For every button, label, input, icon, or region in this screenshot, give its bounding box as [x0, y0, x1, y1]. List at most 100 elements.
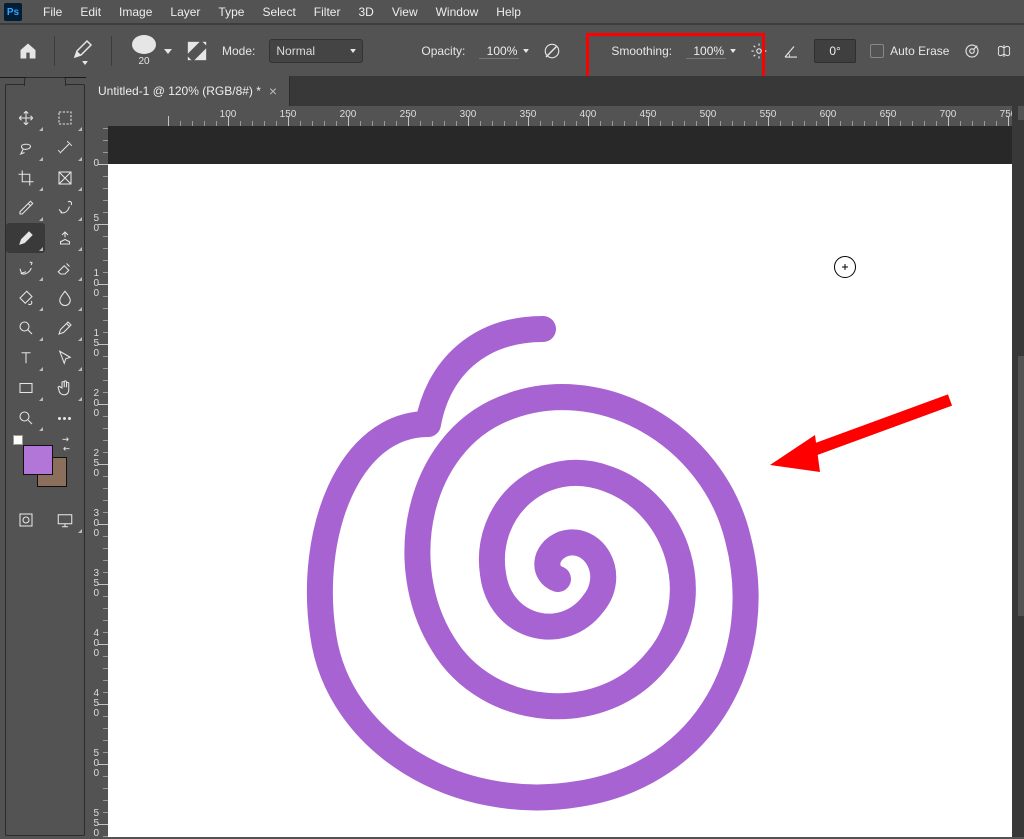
work-area: 1001502002503003504004505005506006507007… [86, 106, 1024, 837]
pen-tool[interactable] [45, 313, 84, 343]
ruler-origin[interactable] [86, 106, 109, 127]
ruler-tick-label: 500 [87, 749, 99, 779]
canvas[interactable] [108, 164, 1012, 837]
chevron-down-icon [350, 49, 356, 53]
zoom-tool[interactable] [6, 403, 45, 433]
collapsed-panels-edge[interactable] [1012, 106, 1024, 837]
blur-tool[interactable] [45, 283, 84, 313]
ruler-tick-label: 250 [400, 109, 417, 120]
panel-grip[interactable] [24, 77, 66, 86]
symmetry-icon[interactable] [995, 42, 1013, 60]
ruler-tick-label: 650 [880, 109, 897, 120]
separator [111, 36, 112, 66]
menu-filter[interactable]: Filter [305, 0, 350, 24]
ruler-tick-label: 700 [940, 109, 957, 120]
menu-select[interactable]: Select [253, 0, 304, 24]
rectangle-tool[interactable] [6, 373, 45, 403]
brush-preset[interactable]: 20 [128, 35, 172, 67]
ruler-tick-label: 300 [87, 509, 99, 539]
more-icon [58, 417, 71, 420]
ruler-tick-label: 550 [760, 109, 777, 120]
chevron-down-icon [730, 49, 736, 53]
ruler-tick-label: 550 [87, 809, 99, 839]
blend-mode-value: Normal [276, 44, 315, 58]
ruler-tick-label: 200 [340, 109, 357, 120]
menu-file[interactable]: File [34, 0, 71, 24]
target-icon[interactable] [963, 42, 981, 60]
menu-view[interactable]: View [383, 0, 427, 24]
home-icon[interactable] [18, 41, 38, 61]
eraser-tool[interactable] [45, 253, 84, 283]
menu-edit[interactable]: Edit [71, 0, 110, 24]
foreground-color-swatch[interactable] [23, 445, 53, 475]
ruler-tick-label: 150 [87, 329, 99, 359]
menu-help[interactable]: Help [487, 0, 530, 24]
brush-cursor [834, 256, 856, 278]
close-icon[interactable]: × [269, 84, 277, 98]
clone-stamp-tool[interactable] [45, 223, 84, 253]
lasso-tool[interactable] [6, 133, 45, 163]
menu-bar: Ps File Edit Image Layer Type Select Fil… [0, 0, 1024, 24]
crop-tool[interactable] [6, 163, 45, 193]
dodge-tool[interactable] [6, 313, 45, 343]
gear-icon[interactable] [750, 42, 768, 60]
auto-erase-label: Auto Erase [890, 44, 949, 58]
pressure-opacity-icon[interactable] [543, 42, 561, 60]
canvas-viewport[interactable] [108, 126, 1012, 837]
spiral-stroke [288, 314, 808, 834]
opacity-input[interactable]: 100% [479, 40, 529, 62]
auto-erase-checkbox[interactable]: Auto Erase [870, 44, 949, 58]
document-tab[interactable]: Untitled-1 @ 120% (RGB/8#) * × [86, 76, 290, 106]
ruler-horizontal[interactable]: 1001502002503003504004505005506006507007… [108, 106, 1012, 127]
ruler-tick-label: 350 [520, 109, 537, 120]
paint-bucket-tool[interactable] [6, 283, 45, 313]
menu-layer[interactable]: Layer [161, 0, 209, 24]
mode-label: Mode: [222, 44, 255, 58]
healing-brush-tool[interactable] [45, 193, 84, 223]
app-logo[interactable]: Ps [4, 3, 22, 21]
menu-type[interactable]: Type [209, 0, 253, 24]
ruler-tick-label: 400 [580, 109, 597, 120]
eyedropper-tool[interactable] [6, 193, 45, 223]
magic-wand-tool[interactable] [45, 133, 84, 163]
blend-mode-select[interactable]: Normal [269, 39, 363, 63]
separator [54, 36, 55, 66]
ruler-tick-label: 200 [87, 389, 99, 419]
brush-panel-icon[interactable] [186, 40, 208, 62]
ruler-tick-label: 600 [820, 109, 837, 120]
ruler-tick-label: 100 [87, 269, 99, 299]
color-swatches[interactable] [13, 435, 77, 495]
edit-toolbar[interactable] [45, 403, 84, 433]
rect-marquee-tool[interactable] [45, 103, 84, 133]
chevron-down-icon [164, 49, 172, 54]
current-tool-icon[interactable] [71, 37, 95, 65]
ruler-tick-label: 100 [220, 109, 237, 120]
angle-icon[interactable] [782, 42, 800, 60]
smoothing-label: Smoothing: [611, 44, 672, 58]
angle-input[interactable]: 0° [814, 39, 856, 63]
move-tool[interactable] [6, 103, 45, 133]
ruler-vertical[interactable]: 050100150200250300350400450500550 [86, 126, 109, 837]
brush-size-label: 20 [138, 56, 149, 67]
quick-mask-tool[interactable] [6, 505, 45, 535]
opacity-label: Opacity: [421, 44, 465, 58]
menu-window[interactable]: Window [427, 0, 488, 24]
text-tool[interactable] [6, 343, 45, 373]
ruler-tick-label: 250 [87, 449, 99, 479]
smoothing-input[interactable]: 100% [686, 40, 736, 62]
tools-panel [5, 84, 85, 836]
frame-tool[interactable] [45, 163, 84, 193]
menu-image[interactable]: Image [110, 0, 161, 24]
screen-mode-tool[interactable] [45, 505, 84, 535]
document-tab-strip: Untitled-1 @ 120% (RGB/8#) * × [86, 76, 1024, 106]
pencil-tool[interactable] [6, 223, 45, 253]
path-select-tool[interactable] [45, 343, 84, 373]
history-brush-tool[interactable] [6, 253, 45, 283]
ruler-tick-label: 300 [460, 109, 477, 120]
hand-tool[interactable] [45, 373, 84, 403]
menu-3d[interactable]: 3D [349, 0, 382, 24]
default-colors-icon[interactable] [13, 435, 23, 445]
brush-preview-icon [132, 35, 156, 54]
document-tab-title: Untitled-1 @ 120% (RGB/8#) * [98, 84, 261, 98]
swap-colors-icon[interactable] [59, 437, 73, 451]
